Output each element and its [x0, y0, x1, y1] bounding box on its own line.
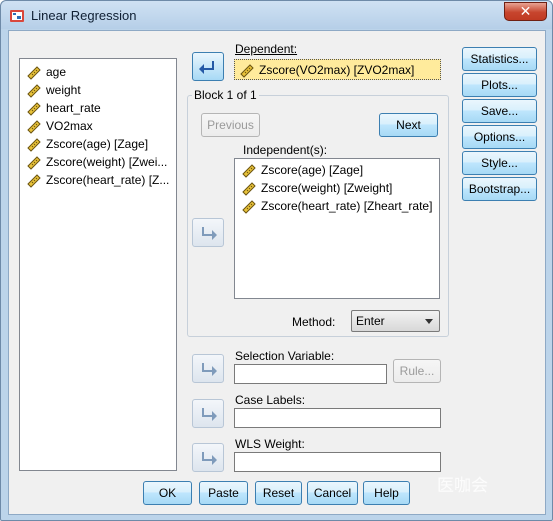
move-to-independents-button[interactable] — [192, 218, 224, 247]
arrow-left-icon — [199, 61, 214, 74]
paste-button[interactable]: Paste — [199, 481, 248, 505]
move-to-dependent-button[interactable] — [192, 52, 224, 81]
case-labels-label: Case Labels: — [235, 393, 306, 407]
arrow-right-icon — [202, 363, 217, 376]
rule-button[interactable]: Rule... — [393, 359, 441, 383]
scale-variable-icon — [27, 174, 41, 188]
source-variable-item[interactable]: heart_rate — [20, 99, 176, 117]
scale-variable-icon — [27, 138, 41, 152]
move-to-case-labels-button[interactable] — [192, 399, 224, 428]
scale-variable-icon — [242, 164, 256, 178]
source-variable-label: Zscore(heart_rate) [Z... — [46, 173, 170, 187]
source-variable-list[interactable]: age weight heart_rate VO2max Zscore(age) [Za… — [19, 58, 177, 471]
title-bar[interactable]: Linear Regression ✕ — [1, 1, 552, 29]
independent-variable-label: Zscore(age) [Zage] — [261, 163, 364, 177]
selection-variable-field[interactable] — [234, 364, 387, 384]
statistics-button[interactable]: Statistics... — [462, 47, 537, 71]
plots-button[interactable]: Plots... — [462, 73, 537, 97]
ok-button[interactable]: OK — [143, 481, 192, 505]
scale-variable-icon — [240, 64, 254, 78]
scale-variable-icon — [242, 182, 256, 196]
window-title: Linear Regression — [31, 8, 137, 23]
source-variable-label: Zscore(age) [Zage] — [46, 137, 149, 151]
scale-variable-icon — [27, 66, 41, 80]
wls-weight-field[interactable] — [234, 452, 441, 472]
style-button[interactable]: Style... — [462, 151, 537, 175]
bottom-button-label: Help — [374, 486, 399, 500]
independents-list[interactable]: Zscore(age) [Zage] Zscore(weight) [Zweigh… — [234, 158, 440, 299]
source-variable-item[interactable]: age — [20, 63, 176, 81]
method-value: Enter — [356, 314, 385, 328]
source-variable-label: age — [46, 65, 67, 79]
bottom-button-label: OK — [158, 486, 177, 500]
case-labels-field[interactable] — [234, 408, 441, 428]
scale-variable-icon — [27, 120, 41, 134]
independent-variable-item[interactable]: Zscore(weight) [Zweight] — [235, 179, 439, 197]
source-variable-label: VO2max — [46, 119, 93, 133]
source-variable-item[interactable]: Zscore(heart_rate) [Z... — [20, 171, 176, 189]
arrow-right-icon — [202, 227, 217, 240]
side-button-label: Plots... — [481, 78, 518, 92]
arrow-right-icon — [202, 408, 217, 421]
independent-variable-item[interactable]: Zscore(age) [Zage] — [235, 161, 439, 179]
side-button-label: Options... — [473, 130, 526, 144]
side-button-label: Statistics... — [470, 52, 529, 66]
method-label: Method: — [292, 315, 336, 329]
reset-button[interactable]: Reset — [255, 481, 302, 505]
arrow-right-icon — [202, 452, 217, 465]
bootstrap-button[interactable]: Bootstrap... — [462, 177, 537, 201]
dependent-field[interactable]: Zscore(VO2max) [ZVO2max] — [234, 59, 441, 80]
dependent-label: Dependent: — [235, 42, 297, 56]
move-to-wls-weight-button[interactable] — [192, 443, 224, 472]
selection-variable-label: Selection Variable: — [235, 349, 335, 363]
chevron-down-icon — [425, 319, 433, 324]
options-button[interactable]: Options... — [462, 125, 537, 149]
source-variable-item[interactable]: Zscore(age) [Zage] — [20, 135, 176, 153]
previous-button[interactable]: Previous — [201, 113, 260, 137]
independents-label: Independent(s): — [243, 143, 328, 157]
bottom-button-label: Reset — [262, 486, 295, 500]
side-button-label: Save... — [480, 104, 519, 118]
rule-button-label: Rule... — [399, 364, 435, 378]
close-icon: ✕ — [519, 3, 532, 19]
next-button[interactable]: Next — [379, 113, 438, 137]
dependent-value: Zscore(VO2max) [ZVO2max] — [259, 63, 415, 77]
source-variable-label: heart_rate — [46, 101, 101, 115]
watermark: 医咖会 — [437, 476, 488, 496]
independent-variable-item[interactable]: Zscore(heart_rate) [Zheart_rate] — [235, 197, 439, 215]
source-variable-label: weight — [46, 83, 81, 97]
next-button-label: Next — [396, 118, 421, 132]
source-variable-label: Zscore(weight) [Zwei... — [46, 155, 168, 169]
method-dropdown[interactable]: Enter — [351, 310, 440, 332]
dialog-window: Linear Regression ✕ age weight heart_rate V… — [0, 0, 553, 521]
scale-variable-icon — [27, 102, 41, 116]
scale-variable-icon — [27, 84, 41, 98]
side-button-label: Bootstrap... — [468, 182, 531, 196]
close-button[interactable]: ✕ — [504, 2, 547, 21]
independent-variable-label: Zscore(weight) [Zweight] — [261, 181, 393, 195]
save-button[interactable]: Save... — [462, 99, 537, 123]
help-button[interactable]: Help — [363, 481, 410, 505]
independent-variable-label: Zscore(heart_rate) [Zheart_rate] — [261, 199, 433, 213]
block-group-label: Block 1 of 1 — [192, 88, 259, 102]
dependent-label-text: Dependent: — [235, 42, 298, 56]
source-variable-item[interactable]: weight — [20, 81, 176, 99]
side-button-label: Style... — [481, 156, 518, 170]
cancel-button[interactable]: Cancel — [307, 481, 358, 505]
source-variable-item[interactable]: VO2max — [20, 117, 176, 135]
dialog-client-area: age weight heart_rate VO2max Zscore(age) [Za… — [8, 30, 546, 515]
source-variable-item[interactable]: Zscore(weight) [Zwei... — [20, 153, 176, 171]
wls-weight-label: WLS Weight: — [235, 437, 305, 451]
bottom-button-label: Cancel — [313, 486, 352, 500]
app-icon — [10, 10, 24, 22]
scale-variable-icon — [27, 156, 41, 170]
scale-variable-icon — [242, 200, 256, 214]
bottom-button-label: Paste — [208, 486, 239, 500]
previous-button-label: Previous — [207, 118, 254, 132]
move-to-selection-variable-button[interactable] — [192, 354, 224, 383]
